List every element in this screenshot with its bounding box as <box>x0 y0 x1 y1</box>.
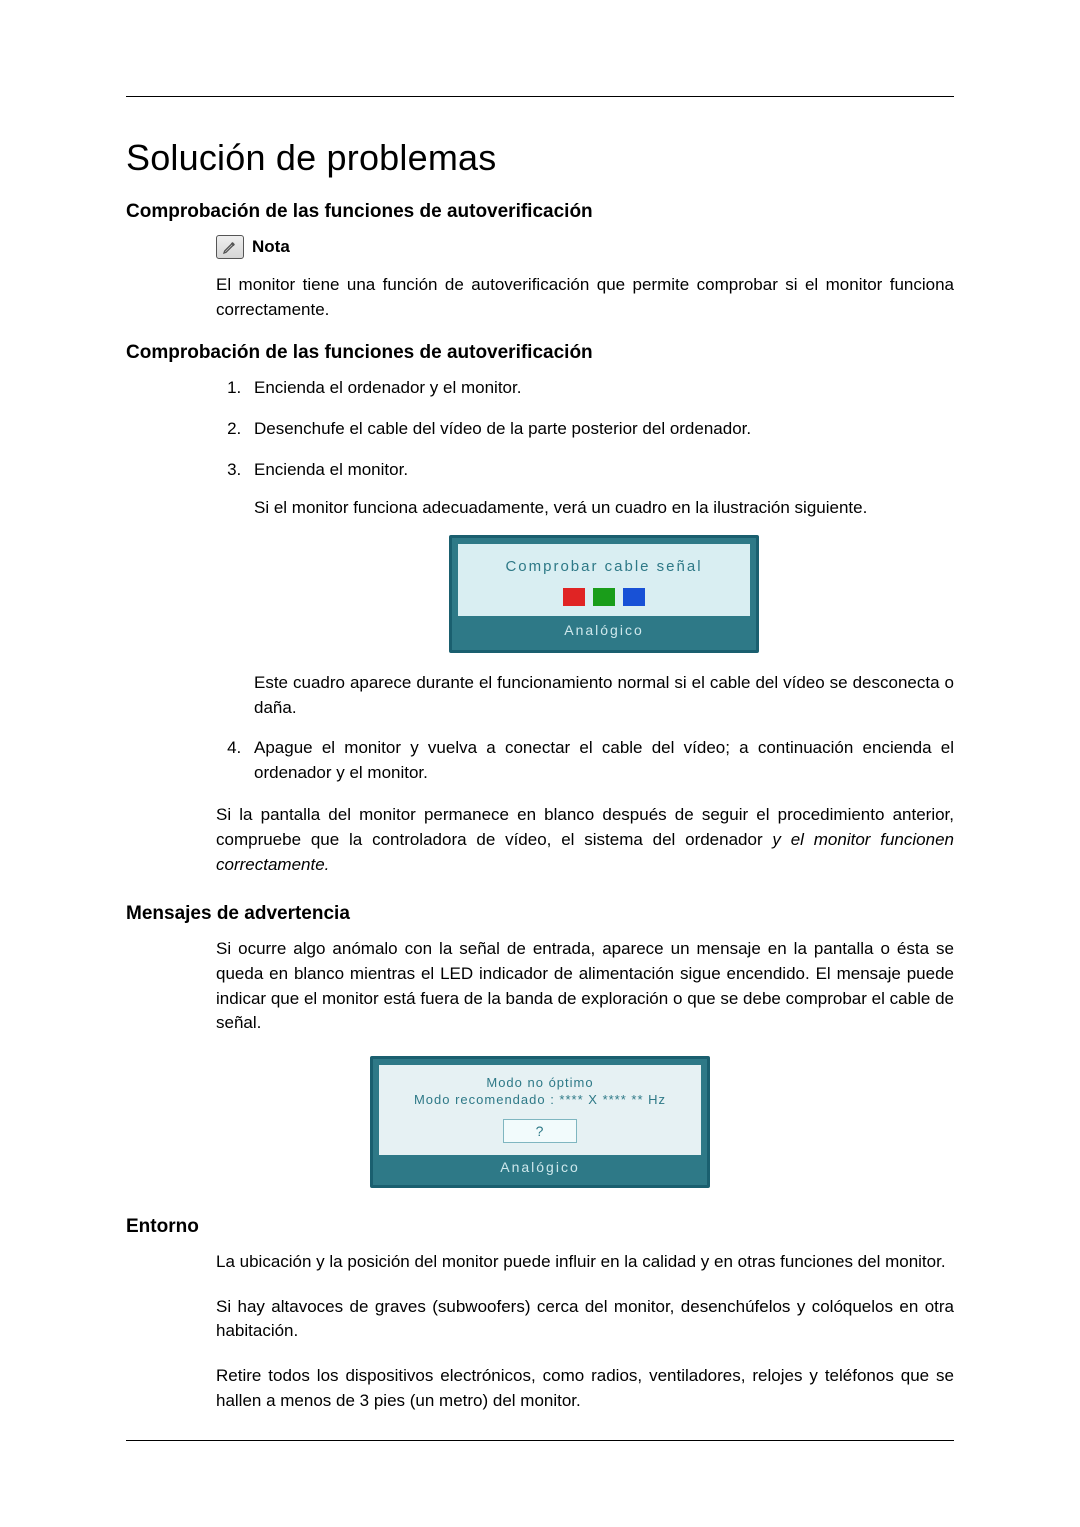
monitor-dialog-mode: Modo no óptimo Modo recomendado : **** X… <box>370 1056 710 1188</box>
green-square-icon <box>593 588 615 606</box>
monitor-dialog-signal: Comprobar cable señal Analógico <box>449 535 759 653</box>
step-4: Apague el monitor y vuelva a conectar el… <box>246 736 954 785</box>
blue-square-icon <box>623 588 645 606</box>
step-3-text-b: Si el monitor funciona adecuadamente, ve… <box>254 496 954 521</box>
entorno-p2: Si hay altavoces de graves (subwoofers) … <box>216 1295 954 1344</box>
step-3-text-a: Encienda el monitor. <box>254 460 408 479</box>
red-square-icon <box>563 588 585 606</box>
step-3-after: Este cuadro aparece durante el funcionam… <box>254 671 954 720</box>
section-heading-warnings: Mensajes de advertencia <box>126 903 954 925</box>
monitor-dialog-outer: Comprobar cable señal Analógico <box>449 535 759 653</box>
monitor-dialog2-outer: Modo no óptimo Modo recomendado : **** X… <box>370 1056 710 1188</box>
monitor-dialog2-footer: Analógico <box>379 1155 701 1179</box>
step-2: Desenchufe el cable del vídeo de la part… <box>246 417 954 442</box>
monitor-dialog2-button: ? <box>503 1119 577 1143</box>
document-page: Solución de problemas Comprobación de la… <box>0 0 1080 1527</box>
bottom-rule <box>126 1440 954 1441</box>
entorno-p1: La ubicación y la posición del monitor p… <box>216 1250 954 1275</box>
rgb-squares <box>466 588 742 606</box>
step-1: Encienda el ordenador y el monitor. <box>246 376 954 401</box>
monitor-dialog-footer: Analógico <box>458 616 750 644</box>
entorno-p3: Retire todos los dispositivos electrónic… <box>216 1364 954 1413</box>
step-4-text: Apague el monitor y vuelva a conectar el… <box>254 738 954 782</box>
step-3: Encienda el monitor. Si el monitor funci… <box>246 458 954 721</box>
top-rule <box>126 96 954 97</box>
section-heading-autoverify-2: Comprobación de las funciones de autover… <box>126 342 954 364</box>
note-body: El monitor tiene una función de autoveri… <box>216 273 954 322</box>
monitor-dialog-message: Comprobar cable señal <box>466 556 742 578</box>
section-heading-autoverify-1: Comprobación de las funciones de autover… <box>126 201 954 223</box>
note-row: Nota <box>216 235 954 259</box>
page-title: Solución de problemas <box>126 137 954 179</box>
monitor-dialog2-line2: Modo recomendado : **** X **** ** Hz <box>387 1092 693 1107</box>
warnings-body: Si ocurre algo anómalo con la señal de e… <box>216 937 954 1036</box>
monitor-dialog2-line1: Modo no óptimo <box>387 1075 693 1090</box>
section-heading-entorno: Entorno <box>126 1216 954 1238</box>
step-2-text: Desenchufe el cable del vídeo de la part… <box>254 419 751 438</box>
monitor-dialog2-panel: Modo no óptimo Modo recomendado : **** X… <box>379 1065 701 1155</box>
monitor-dialog-panel: Comprobar cable señal <box>458 544 750 616</box>
note-label: Nota <box>252 237 290 257</box>
post-steps-note: Si la pantalla del monitor permanece en … <box>216 803 954 877</box>
step-1-text: Encienda el ordenador y el monitor. <box>254 378 521 397</box>
steps-list: Encienda el ordenador y el monitor. Dese… <box>214 376 954 785</box>
pencil-note-icon <box>216 235 244 259</box>
